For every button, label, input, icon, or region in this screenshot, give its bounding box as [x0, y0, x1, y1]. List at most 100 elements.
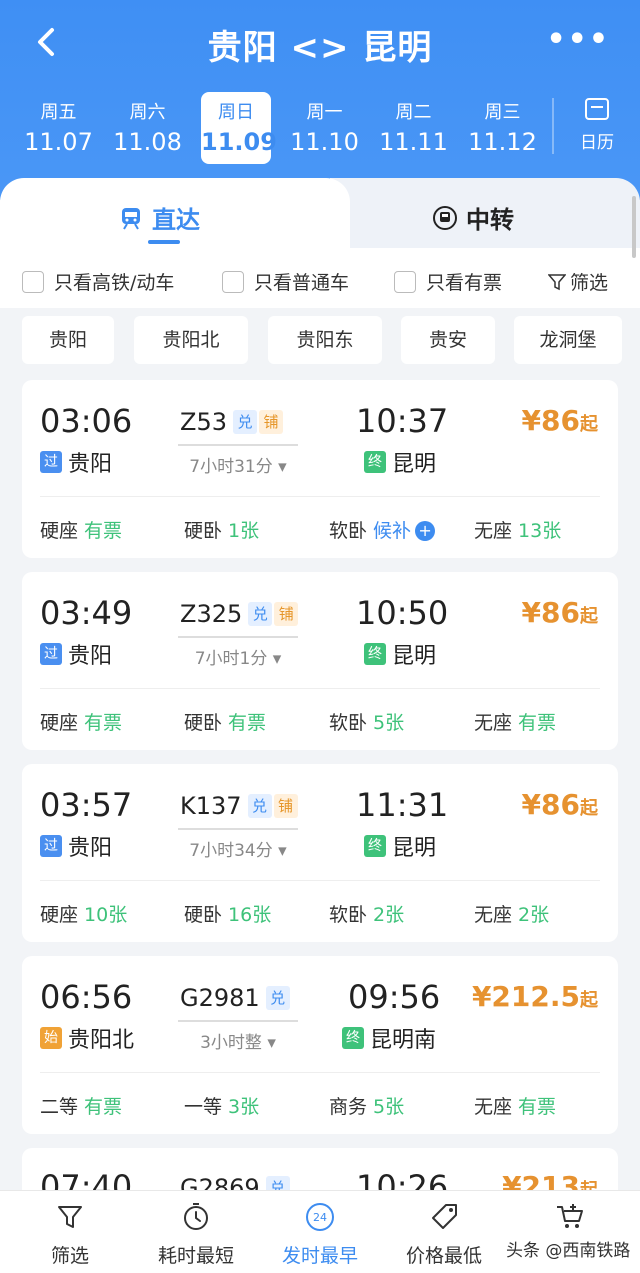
date-tab[interactable]: 周六 11.08 [103, 92, 192, 164]
sleeper-tag: 铺 [274, 602, 299, 626]
arrival-time: 10:50 [356, 594, 449, 632]
seat-value: 有票 [228, 712, 267, 734]
seat-info: 一等 3张 [184, 1092, 259, 1119]
arrival-time: 10:37 [356, 402, 449, 440]
seat-info: 无座 有票 [474, 708, 556, 735]
departure-station: 过 贵阳 [40, 446, 112, 478]
train-card[interactable]: 03:57 K137 兑 铺 7小时34分 ▾ 11:31 ¥86起 过 贵阳 … [22, 764, 618, 942]
station-chip[interactable]: 贵阳东 [268, 316, 382, 364]
station-chip[interactable]: 贵阳北 [134, 316, 248, 364]
bottom-label: 筛选 [50, 1245, 89, 1267]
date-weekday: 周三 [484, 102, 521, 123]
transfer-train-icon [433, 205, 457, 230]
departure-station: 过 贵阳 [40, 830, 112, 862]
end-badge: 终 [342, 1027, 364, 1049]
seat-info: 软卧 2张 [329, 900, 404, 927]
date-value: 11.07 [24, 128, 93, 156]
station-chip[interactable]: 贵阳 [22, 316, 114, 364]
seat-info: 无座 2张 [474, 900, 549, 927]
seat-name: 软卧 [329, 520, 368, 542]
sort-shortest-button[interactable]: 耗时最短 [132, 1191, 260, 1273]
price-suffix: 起 [580, 414, 598, 435]
train-card[interactable]: 06:56 G2981 兑 3小时整 ▾ 09:56 ¥212.5起 始 贵阳北… [22, 956, 618, 1134]
seat-value: 有票 [518, 1096, 557, 1118]
sort-earliest-button[interactable]: 24 发时最早 [256, 1191, 384, 1273]
normal-train-checkbox[interactable]: 只看普通车 [222, 268, 349, 295]
tab-transfer[interactable]: 中转 [432, 200, 514, 235]
price-value: ¥212.5 [471, 980, 580, 1013]
cart-icon [557, 1204, 583, 1228]
departure-time: 06:56 [40, 978, 133, 1016]
seat-name: 无座 [474, 520, 513, 542]
more-icon[interactable]: ••• [546, 22, 610, 57]
seat-value: 有票 [84, 1096, 123, 1118]
train-card[interactable]: 03:49 Z325 兑 铺 7小时1分 ▾ 10:50 ¥86起 过 贵阳 终… [22, 572, 618, 750]
price-suffix: 起 [580, 798, 598, 819]
seat-name: 二等 [40, 1096, 79, 1118]
seat-value: 10张 [84, 904, 128, 926]
calendar-button[interactable]: 日历 [572, 96, 622, 153]
date-weekday: 周日 [218, 102, 254, 123]
train-card[interactable]: 03:06 Z53 兑 铺 7小时31分 ▾ 10:37 ¥86起 过 贵阳 终… [22, 380, 618, 558]
page-title: 贵阳 <> 昆明 [207, 28, 433, 68]
seat-name: 硬卧 [184, 712, 223, 734]
date-tab[interactable]: 周三 11.12 [458, 92, 547, 164]
tab-direct[interactable]: 直达 [118, 200, 200, 235]
date-tab-active[interactable]: 周日 11.09 [201, 92, 277, 164]
seat-info: 商务 5张 [329, 1092, 404, 1119]
tab-indicator [148, 240, 180, 244]
seat-info: 硬座 10张 [40, 900, 127, 927]
seat-name: 软卧 [329, 904, 368, 926]
divider [40, 880, 600, 881]
bottom-label: 耗时最短 [157, 1245, 234, 1267]
arrival-station: 终 昆明 [364, 638, 436, 670]
arrival-station: 终 昆明 [364, 830, 436, 862]
seat-name: 硬座 [40, 712, 79, 734]
high-speed-checkbox[interactable]: 只看高铁/动车 [22, 268, 174, 295]
date-weekday: 周六 [129, 102, 166, 123]
available-checkbox[interactable]: 只看有票 [394, 268, 502, 295]
timer-icon [184, 1203, 208, 1230]
filter-button[interactable]: 筛选 [547, 268, 608, 295]
duration-text: 7小时31分 [189, 457, 273, 477]
price-value: ¥86 [521, 596, 580, 629]
divider [178, 1020, 298, 1022]
date-value: 11.08 [113, 128, 182, 156]
sort-filter-button[interactable]: 筛选 [6, 1191, 134, 1273]
sort-cheapest-button[interactable]: 价格最低 [380, 1191, 508, 1273]
price: ¥212.5起 [472, 980, 598, 1013]
scrollbar[interactable] [632, 196, 636, 258]
arrival-station: 终 昆明南 [342, 1022, 436, 1054]
train-number: Z53 兑 铺 [180, 408, 283, 436]
divider [40, 1072, 600, 1073]
seat-value: 5张 [373, 712, 405, 734]
date-tab[interactable]: 周五 11.07 [14, 92, 103, 164]
station-name: 贵阳北 [68, 1028, 135, 1053]
duration[interactable]: 7小时31分 ▾ [178, 452, 298, 477]
date-tab[interactable]: 周一 11.10 [280, 92, 369, 164]
sleeper-tag: 铺 [273, 794, 298, 818]
seat-value: 2张 [518, 904, 550, 926]
seat-info[interactable]: 软卧 候补 + [329, 516, 436, 543]
station-chip[interactable]: 龙洞堡 [514, 316, 622, 364]
station-chip[interactable]: 贵安 [401, 316, 495, 364]
tab-direct-label: 直达 [152, 206, 200, 234]
duration[interactable]: 7小时34分 ▾ [178, 836, 298, 861]
price-value: ¥86 [521, 404, 580, 437]
seat-info: 硬座 有票 [40, 708, 122, 735]
tab-transfer-label: 中转 [466, 206, 514, 234]
start-badge: 始 [40, 1027, 62, 1049]
duration[interactable]: 3小时整 ▾ [178, 1028, 298, 1053]
divider [40, 496, 600, 497]
station-name: 贵阳 [68, 836, 113, 861]
date-tab[interactable]: 周二 11.11 [369, 92, 458, 164]
seat-name: 商务 [329, 1096, 368, 1118]
seat-value: 有票 [518, 712, 557, 734]
plus-icon[interactable]: + [415, 521, 436, 541]
seat-name: 无座 [474, 904, 513, 926]
funnel-icon [547, 273, 566, 290]
end-badge: 终 [364, 835, 386, 857]
duration[interactable]: 7小时1分 ▾ [178, 644, 298, 669]
seat-value: 有票 [84, 520, 123, 542]
filter-icon [58, 1206, 82, 1228]
